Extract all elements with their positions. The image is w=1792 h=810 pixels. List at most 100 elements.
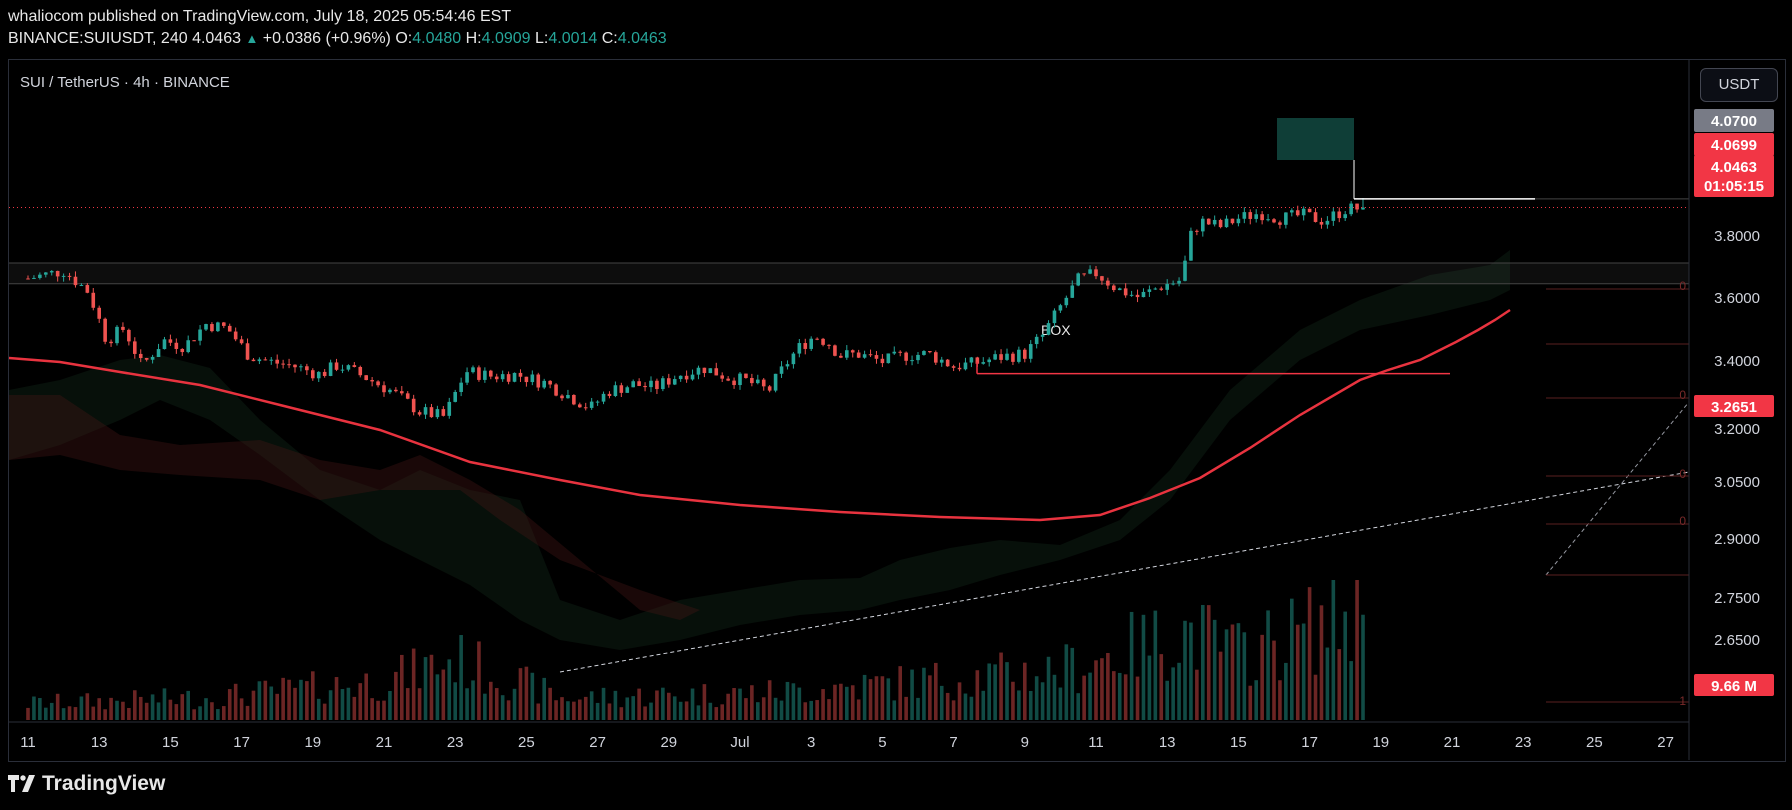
candle-body (55, 270, 60, 277)
fib-marker: 0 (1679, 467, 1686, 481)
candle-body (791, 353, 796, 365)
volume-bar (601, 687, 606, 720)
volume-bar (708, 702, 713, 720)
volume-bar (198, 706, 202, 720)
candle-body (880, 358, 885, 364)
candle-body (494, 376, 499, 380)
volume-bar (1295, 624, 1300, 720)
candle-body (1070, 285, 1075, 298)
volume-bar (536, 703, 541, 720)
candle-body (340, 369, 345, 371)
volume-bar (892, 700, 897, 720)
brand-name: TradingView (42, 772, 166, 795)
candle-body (939, 359, 944, 363)
candle-body (411, 398, 416, 413)
fib-marker: 0 (1679, 279, 1686, 293)
candle-body (346, 365, 351, 370)
candle-body (1343, 214, 1347, 219)
candle-body (162, 339, 167, 350)
candle-body (524, 376, 529, 383)
volume-bar (1361, 614, 1365, 720)
candle-body (649, 380, 653, 388)
candle-body (886, 353, 891, 364)
volume-bar (429, 654, 434, 720)
volume-bar (1183, 620, 1187, 720)
candle-body (198, 329, 202, 341)
volume-bar (1284, 662, 1288, 720)
volume-bar (44, 707, 48, 720)
x-tick-label: 13 (1159, 734, 1176, 751)
volume-bar (388, 690, 392, 720)
volume-bar (999, 652, 1003, 720)
volume-bar (346, 687, 351, 720)
volume-bar (506, 700, 511, 720)
volume-bar (732, 688, 736, 720)
currency-button[interactable]: USDT (1700, 68, 1778, 102)
volume-bar (435, 674, 440, 720)
candle-body (376, 381, 380, 386)
volume-bar (821, 689, 825, 720)
candle-body (1254, 214, 1258, 219)
candle-body (1248, 212, 1253, 219)
volume-bar (245, 705, 250, 720)
volume-bar (1064, 644, 1069, 720)
volume-bar (1123, 674, 1128, 720)
volume-bar (1325, 647, 1330, 720)
candle-body (850, 350, 855, 353)
candle-body (1123, 288, 1128, 296)
price-chart[interactable]: BOX0000111 13 15 17 19 21 23 25 27 29 Jul 3 5 7 9 11 13 1… (0, 0, 1792, 810)
candle-body (631, 381, 635, 388)
volume-bar (1112, 671, 1116, 720)
volume-bar (548, 687, 552, 720)
candle-body (1313, 212, 1318, 222)
candle-body (1017, 349, 1021, 362)
candle-body (963, 362, 968, 370)
candle-body (619, 385, 624, 393)
candle-body (400, 391, 404, 394)
candle-body (690, 374, 695, 380)
volume-bar (1058, 687, 1063, 720)
volume-bar (1224, 629, 1229, 720)
volume-bar (922, 667, 926, 720)
candle-body (874, 355, 879, 359)
x-tick-label: 9 (1021, 734, 1029, 751)
candle-body (1100, 276, 1104, 281)
volume-bar (738, 688, 742, 720)
candle-body (637, 381, 641, 386)
volume-bar (1290, 598, 1294, 720)
current-price-badge: 4.0463 01:05:15 (1694, 155, 1774, 197)
candle-body (1183, 260, 1187, 281)
y-tick-label: 2.7500 (1714, 590, 1760, 607)
volume-bar (180, 694, 185, 720)
candle-body (833, 345, 837, 356)
candle-body (1224, 218, 1229, 228)
candle-body (275, 359, 279, 364)
candle-body (1218, 219, 1223, 228)
footer: TradingView (8, 772, 165, 796)
candle-body (263, 359, 268, 361)
candle-body (370, 380, 374, 382)
volume-bar (833, 684, 837, 720)
x-tick-label: 27 (589, 734, 606, 751)
volume-bar (500, 695, 505, 720)
y-tick-label: 2.9000 (1714, 531, 1760, 548)
volume-bar (1177, 662, 1181, 720)
x-tick-label: 7 (949, 734, 957, 751)
volume-bar (269, 686, 274, 720)
candle-body (251, 359, 256, 362)
volume-bar (477, 641, 481, 720)
candle-body (1301, 208, 1306, 216)
volume-bar (868, 679, 873, 720)
volume-bar (1082, 675, 1086, 720)
candle-body (1236, 218, 1241, 224)
volume-bar (340, 689, 345, 720)
volume-bar (1272, 640, 1276, 720)
candle-body (625, 387, 630, 393)
candle-body (127, 329, 131, 342)
volume-bar (761, 697, 766, 720)
candle-body (856, 352, 861, 358)
x-tick-label: 21 (1444, 734, 1461, 751)
candle-body (993, 354, 997, 360)
candle-body (1112, 285, 1116, 291)
volume-bar (494, 688, 499, 720)
